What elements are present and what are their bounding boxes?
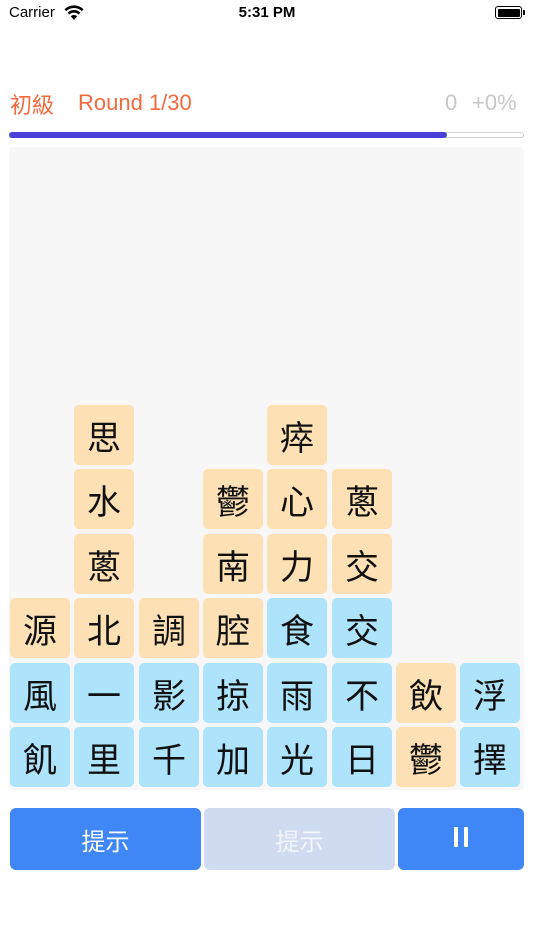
tile-c2-r0[interactable]: 千 [139, 727, 199, 787]
tile-c3-r1[interactable]: 掠 [203, 663, 263, 723]
tile-c2-r2[interactable]: 調 [139, 598, 199, 658]
tile-c1-r1[interactable]: 一 [74, 663, 134, 723]
tile-c6-r1[interactable]: 飲 [396, 663, 456, 723]
pause-button[interactable] [398, 808, 524, 870]
tile-c1-r5[interactable]: 思 [74, 405, 134, 465]
tile-c4-r0[interactable]: 光 [267, 727, 327, 787]
tile-c0-r2[interactable]: 源 [10, 598, 70, 658]
tile-c4-r3[interactable]: 力 [267, 534, 327, 594]
tile-c7-r1[interactable]: 浮 [460, 663, 520, 723]
tile-c3-r0[interactable]: 加 [203, 727, 263, 787]
tile-c4-r4[interactable]: 心 [267, 469, 327, 529]
level-label: 初級 [10, 94, 55, 119]
tile-c5-r1[interactable]: 不 [332, 663, 392, 723]
tile-c3-r3[interactable]: 南 [203, 534, 263, 594]
status-bar: Carrier 5:31 PM [0, 0, 534, 28]
game-header: 初級 Round 1/30 0 +0% [0, 86, 534, 122]
tile-c4-r2[interactable]: 食 [267, 598, 327, 658]
tile-c5-r2[interactable]: 交 [332, 598, 392, 658]
game-board: 飢風源里一北蔥水思千影調加掠腔南鬱光雨食力心瘁日不交交蔥鬱飲擇浮 [9, 147, 524, 790]
hint-button[interactable]: 提示 [10, 808, 201, 870]
tile-c3-r4[interactable]: 鬱 [203, 469, 263, 529]
progress-fill [9, 132, 447, 138]
tile-c1-r2[interactable]: 北 [74, 598, 134, 658]
hint-button-disabled: 提示 [204, 808, 395, 870]
tile-c1-r4[interactable]: 水 [74, 469, 134, 529]
score-change: +0% [472, 90, 517, 115]
tile-c7-r0[interactable]: 擇 [460, 727, 520, 787]
tile-c0-r0[interactable]: 飢 [10, 727, 70, 787]
tile-c4-r5[interactable]: 瘁 [267, 405, 327, 465]
tile-c5-r4[interactable]: 蔥 [332, 469, 392, 529]
battery-icon [495, 6, 522, 19]
tile-c1-r3[interactable]: 蔥 [74, 534, 134, 594]
tile-c5-r3[interactable]: 交 [332, 534, 392, 594]
tile-c4-r1[interactable]: 雨 [267, 663, 327, 723]
pause-icon [454, 827, 468, 847]
tile-c3-r2[interactable]: 腔 [203, 598, 263, 658]
tile-c0-r1[interactable]: 風 [10, 663, 70, 723]
clock: 5:31 PM [238, 4, 296, 21]
tile-c6-r0[interactable]: 鬱 [396, 727, 456, 787]
battery-cap [523, 10, 525, 15]
tile-c2-r1[interactable]: 影 [139, 663, 199, 723]
round-label: Round 1/30 [78, 90, 192, 115]
score-value: 0 [445, 90, 458, 115]
tile-c5-r0[interactable]: 日 [332, 727, 392, 787]
tile-c1-r0[interactable]: 里 [74, 727, 134, 787]
